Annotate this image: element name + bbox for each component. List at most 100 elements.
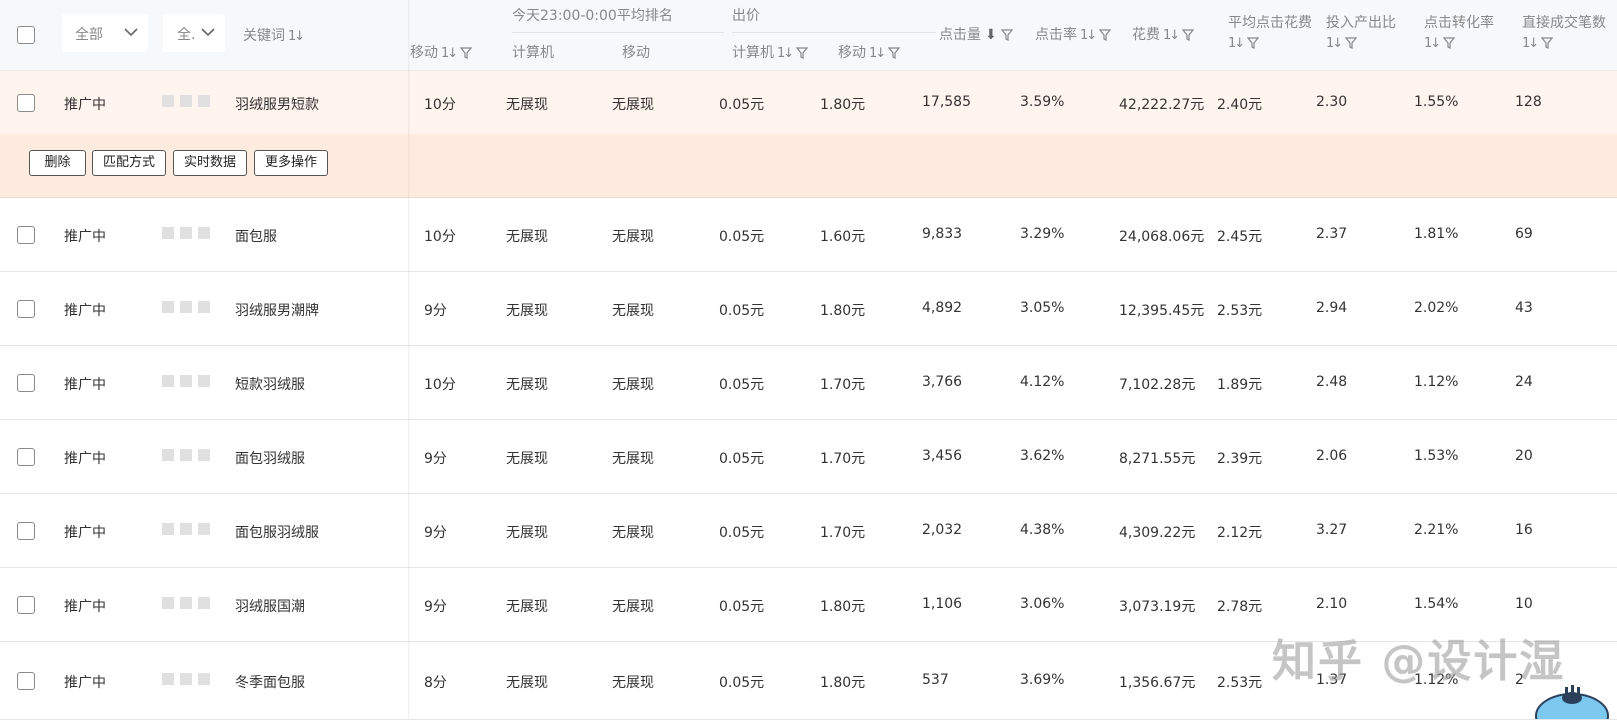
filter-icon[interactable] bbox=[888, 47, 901, 59]
cpc-cell: 2.45元 bbox=[1217, 229, 1263, 245]
sort-icon[interactable]: 1↓ bbox=[1080, 28, 1097, 43]
realtime-data-button[interactable]: 实时数据 bbox=[173, 150, 247, 176]
match-type-button[interactable]: 匹配方式 bbox=[92, 150, 166, 176]
quality-cell: 9分 bbox=[424, 451, 447, 467]
header-avg-cpc-controls[interactable]: 1↓ bbox=[1228, 35, 1260, 51]
rank-mobile-cell: 无展现 bbox=[612, 675, 654, 691]
header-cvr-controls[interactable]: 1↓ bbox=[1424, 35, 1456, 51]
quality-cell: 10分 bbox=[424, 229, 456, 245]
cpc-cell: 2.53元 bbox=[1217, 675, 1263, 691]
sort-icon[interactable]: 1↓ bbox=[1424, 36, 1441, 51]
filter-icon[interactable] bbox=[796, 47, 809, 59]
header-keyword[interactable]: 关键词 1↓ bbox=[243, 25, 305, 45]
roi-cell: 2.37 bbox=[1316, 226, 1348, 242]
bid-pc-cell[interactable]: 0.05元 bbox=[719, 672, 764, 692]
rank-pc-cell: 无展现 bbox=[506, 377, 548, 393]
quality-cell: 10分 bbox=[424, 97, 456, 113]
sort-icon[interactable]: 1↓ bbox=[777, 46, 794, 61]
bid-pc-cell[interactable]: 0.05元 bbox=[719, 596, 764, 616]
header-ctr[interactable]: 点击率 1↓ bbox=[1035, 24, 1112, 44]
header-mobile-quality[interactable]: 移动 1↓ bbox=[410, 42, 473, 62]
filter-icon[interactable] bbox=[1182, 29, 1195, 41]
sort-icon[interactable]: 1↓ bbox=[1326, 36, 1343, 51]
header-clicks[interactable]: 点击量 ⬇ bbox=[939, 24, 1013, 44]
bid-pc-cell[interactable]: 0.05元 bbox=[719, 226, 764, 246]
placeholder-icon bbox=[180, 597, 192, 609]
bid-mobile-cell[interactable]: 1.60元 bbox=[820, 226, 865, 246]
filter-icon[interactable] bbox=[1345, 37, 1358, 49]
header-roi-controls[interactable]: 1↓ bbox=[1326, 35, 1358, 51]
bid-pc-cell[interactable]: 0.05元 bbox=[719, 300, 764, 320]
bid-mobile-cell[interactable]: 1.80元 bbox=[820, 300, 865, 320]
row-checkbox[interactable] bbox=[17, 448, 35, 466]
filter-icon[interactable] bbox=[1541, 37, 1554, 49]
rank-mobile-cell: 无展现 bbox=[612, 599, 654, 615]
clicks-cell: 3,766 bbox=[922, 374, 963, 390]
rank-pc-cell: 无展现 bbox=[506, 229, 548, 245]
cvr-cell: 1.12% bbox=[1414, 374, 1459, 390]
bid-mobile-cell[interactable]: 1.70元 bbox=[820, 448, 865, 468]
filter-icon[interactable] bbox=[1000, 29, 1013, 41]
row-checkbox[interactable] bbox=[17, 596, 35, 614]
sort-icon[interactable]: 1↓ bbox=[1163, 28, 1180, 43]
rank-pc-cell: 无展现 bbox=[506, 451, 548, 467]
header-orders-controls[interactable]: 1↓ bbox=[1522, 35, 1554, 51]
table-row[interactable]: 推广中 面包羽绒服 9分 无展现 无展现 0.05元 1.70元 3,456 3.62% 8,27… bbox=[0, 420, 1617, 494]
bid-pc-cell[interactable]: 0.05元 bbox=[719, 522, 764, 542]
row-checkbox[interactable] bbox=[17, 374, 35, 392]
filter-icon[interactable] bbox=[1247, 37, 1260, 49]
bid-mobile-cell[interactable]: 1.70元 bbox=[820, 522, 865, 542]
cpc-cell: 2.12元 bbox=[1217, 525, 1263, 541]
placeholder-icon bbox=[180, 673, 192, 685]
cost-cell: 3,073.19元 bbox=[1119, 599, 1196, 615]
filter-icon[interactable] bbox=[1099, 29, 1112, 41]
bid-mobile-cell[interactable]: 1.80元 bbox=[820, 94, 865, 114]
table-row[interactable]: 推广中 羽绒服男短款 10分 无展现 无展现 0.05元 1.80元 17,585 3.59% 4… bbox=[0, 71, 1617, 135]
filter-icon[interactable] bbox=[1443, 37, 1456, 49]
bid-pc-cell[interactable]: 0.05元 bbox=[719, 448, 764, 468]
quality-cell: 9分 bbox=[424, 303, 447, 319]
table-row[interactable]: 推广中 羽绒服男潮牌 9分 无展现 无展现 0.05元 1.80元 4,892 3.05% 12,… bbox=[0, 272, 1617, 346]
row-checkbox[interactable] bbox=[17, 522, 35, 540]
delete-button[interactable]: 删除 bbox=[29, 150, 86, 176]
status-filter-select[interactable]: 全部 bbox=[62, 14, 148, 52]
sort-icon[interactable]: 1↓ bbox=[288, 29, 305, 44]
row-checkbox[interactable] bbox=[17, 94, 35, 112]
row-checkbox[interactable] bbox=[17, 672, 35, 690]
rank-mobile-cell: 无展现 bbox=[612, 229, 654, 245]
status-badge: 推广中 bbox=[64, 451, 106, 467]
orders-cell: 69 bbox=[1515, 226, 1533, 242]
rank-group-divider bbox=[512, 32, 724, 33]
select-all-checkbox[interactable] bbox=[17, 26, 35, 44]
bid-mobile-cell[interactable]: 1.70元 bbox=[820, 374, 865, 394]
more-actions-button[interactable]: 更多操作 bbox=[254, 150, 328, 176]
type-filter-select[interactable]: 全. bbox=[163, 14, 225, 52]
sort-icon[interactable]: 1↓ bbox=[1228, 36, 1245, 51]
header-bid-group: 出价 bbox=[732, 8, 760, 24]
header-bid-pc[interactable]: 计算机 1↓ bbox=[732, 42, 809, 62]
rank-mobile-cell: 无展现 bbox=[612, 377, 654, 393]
bid-pc-cell[interactable]: 0.05元 bbox=[719, 374, 764, 394]
table-row[interactable]: 推广中 短款羽绒服 10分 无展现 无展现 0.05元 1.70元 3,766 4.12% 7,1… bbox=[0, 346, 1617, 420]
rank-pc-cell: 无展现 bbox=[506, 303, 548, 319]
cost-cell: 7,102.28元 bbox=[1119, 377, 1196, 393]
sort-desc-icon[interactable]: ⬇ bbox=[985, 27, 997, 43]
header-bid-mobile[interactable]: 移动 1↓ bbox=[838, 42, 901, 62]
sort-icon[interactable]: 1↓ bbox=[869, 46, 886, 61]
sort-icon[interactable]: 1↓ bbox=[1522, 36, 1539, 51]
row-checkbox[interactable] bbox=[17, 300, 35, 318]
sort-icon[interactable]: 1↓ bbox=[441, 46, 458, 61]
table-row[interactable]: 推广中 面包服 10分 无展现 无展现 0.05元 1.60元 9,833 3.29% 24,06… bbox=[0, 198, 1617, 272]
placeholder-icon bbox=[162, 227, 174, 239]
row-checkbox[interactable] bbox=[17, 226, 35, 244]
bid-mobile-cell[interactable]: 1.80元 bbox=[820, 596, 865, 616]
chevron-down-icon bbox=[201, 28, 215, 37]
header-cost[interactable]: 花费 1↓ bbox=[1132, 24, 1195, 44]
filter-icon[interactable] bbox=[460, 47, 473, 59]
table-row[interactable]: 推广中 面包服羽绒服 9分 无展现 无展现 0.05元 1.70元 2,032 4.38% 4,3… bbox=[0, 494, 1617, 568]
bid-mobile-cell[interactable]: 1.80元 bbox=[820, 672, 865, 692]
clicks-cell: 4,892 bbox=[922, 300, 963, 316]
bid-pc-cell[interactable]: 0.05元 bbox=[719, 94, 764, 114]
placeholder-icons bbox=[162, 449, 216, 465]
placeholder-icon bbox=[162, 301, 174, 313]
